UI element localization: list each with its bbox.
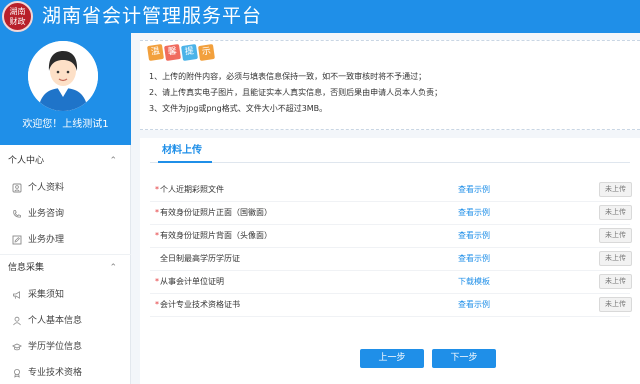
download-template-link[interactable]: 下载模板 bbox=[458, 276, 490, 287]
sidebar-item-profile[interactable]: 个人资料 bbox=[0, 178, 131, 198]
upload-button[interactable]: 未上传 bbox=[599, 228, 632, 243]
sidebar-item-label: 个人资料 bbox=[28, 183, 65, 193]
nav-group-label: 个人中心 bbox=[8, 156, 45, 166]
upload-button[interactable]: 未上传 bbox=[599, 205, 632, 220]
upload-row-id-back: * 有效身份证照片背面（头像面） 查看示例 未上传 bbox=[140, 225, 640, 248]
badge-char: 提 bbox=[181, 44, 198, 61]
top-header: 湖南财政 湖南省会计管理服务平台 bbox=[0, 0, 640, 33]
view-example-link[interactable]: 查看示例 bbox=[458, 230, 490, 241]
nav-group-info-collect[interactable]: 信息采集 ⌃ bbox=[0, 258, 131, 278]
badge-char: 馨 bbox=[164, 44, 181, 61]
sidebar-item-label: 专业技术资格 bbox=[28, 368, 83, 378]
required-mark: * bbox=[155, 185, 159, 194]
avatar[interactable] bbox=[28, 41, 98, 111]
row-divider bbox=[150, 316, 630, 317]
person-icon bbox=[13, 316, 21, 326]
sidebar-item-education[interactable]: 学历学位信息 bbox=[0, 337, 131, 357]
megaphone-icon bbox=[13, 291, 20, 299]
sidebar-item-basic-info[interactable]: 个人基本信息 bbox=[0, 311, 131, 331]
sidebar-item-notice[interactable]: 采集须知 bbox=[0, 285, 131, 305]
upload-row-certificate: * 会计专业技术资格证书 查看示例 未上传 bbox=[140, 294, 640, 317]
logo-seal: 湖南财政 bbox=[2, 1, 33, 32]
graduation-icon bbox=[12, 343, 22, 351]
sidebar-item-consult[interactable]: 业务咨询 bbox=[0, 204, 131, 224]
sidebar: 欢迎您！上线测试1 个人中心 ⌃ 个人资料 业务咨询 业务办理 信息采集 ⌃ 采… bbox=[0, 33, 131, 384]
panel-divider bbox=[150, 162, 630, 163]
next-step-button[interactable]: 下一步 bbox=[432, 349, 496, 368]
user-card-icon bbox=[12, 183, 22, 193]
upload-button[interactable]: 未上传 bbox=[599, 274, 632, 289]
material-label: 有效身份证照片背面（头像面） bbox=[160, 231, 272, 240]
material-label: 个人近期彩照文件 bbox=[160, 185, 224, 194]
upload-panel: 材料上传 * 个人近期彩照文件 查看示例 未上传 * 有效身份证照片正面（国徽面… bbox=[140, 138, 640, 384]
notice-line: 2、请上传真实电子图片，且能证实本人真实信息，否则后果由申请人员本人负责； bbox=[149, 88, 443, 97]
sidebar-item-qualification[interactable]: 专业技术资格 bbox=[0, 363, 131, 383]
view-example-link[interactable]: 查看示例 bbox=[458, 207, 490, 218]
upload-row-id-front: * 有效身份证照片正面（国徽面） 查看示例 未上传 bbox=[140, 202, 640, 225]
avatar-person-icon bbox=[28, 41, 98, 111]
material-label: 会计专业技术资格证书 bbox=[160, 300, 240, 309]
panel-title: 材料上传 bbox=[162, 145, 202, 156]
edit-box-icon bbox=[12, 235, 22, 245]
sidebar-item-label: 业务办理 bbox=[28, 235, 65, 245]
sidebar-item-label: 业务咨询 bbox=[28, 209, 65, 219]
notice-line: 1、上传的附件内容，必须与填表信息保持一致，如不一致审核时将不予通过； bbox=[149, 72, 427, 81]
required-mark: * bbox=[155, 208, 159, 217]
upload-row-education: 全日制最高学历学历证 查看示例 未上传 bbox=[140, 248, 640, 271]
prev-step-button[interactable]: 上一步 bbox=[360, 349, 424, 368]
notice-line: 3、文件为jpg或png格式、文件大小不超过3MB。 bbox=[149, 104, 328, 113]
upload-row-photo: * 个人近期彩照文件 查看示例 未上传 bbox=[140, 179, 640, 202]
material-label: 全日制最高学历学历证 bbox=[160, 254, 240, 263]
phone-icon bbox=[13, 210, 21, 218]
app-title: 湖南省会计管理服务平台 bbox=[42, 5, 263, 27]
sidebar-item-label: 个人基本信息 bbox=[28, 316, 83, 326]
badge-char: 温 bbox=[147, 44, 164, 61]
view-example-link[interactable]: 查看示例 bbox=[458, 184, 490, 195]
sidebar-item-business[interactable]: 业务办理 bbox=[0, 230, 131, 250]
sidebar-item-label: 采集须知 bbox=[28, 290, 65, 300]
panel-title-underline bbox=[158, 161, 212, 163]
material-label: 有效身份证照片正面（国徽面） bbox=[160, 208, 272, 217]
nav-divider bbox=[0, 254, 131, 255]
material-label: 从事会计单位证明 bbox=[160, 277, 224, 286]
upload-row-employment: * 从事会计单位证明 下载模板 未上传 bbox=[140, 271, 640, 294]
chevron-up-icon: ⌃ bbox=[109, 156, 117, 166]
required-mark: * bbox=[155, 277, 159, 286]
chevron-up-icon: ⌃ bbox=[109, 263, 117, 273]
upload-button[interactable]: 未上传 bbox=[599, 182, 632, 197]
upload-button[interactable]: 未上传 bbox=[599, 251, 632, 266]
required-mark: * bbox=[155, 231, 159, 240]
required-mark: * bbox=[155, 300, 159, 309]
view-example-link[interactable]: 查看示例 bbox=[458, 253, 490, 264]
profile-card: 欢迎您！上线测试1 bbox=[0, 33, 131, 145]
sidebar-item-label: 学历学位信息 bbox=[28, 342, 83, 352]
view-example-link[interactable]: 查看示例 bbox=[458, 299, 490, 310]
certificate-icon bbox=[14, 369, 20, 378]
badge-char: 示 bbox=[198, 44, 215, 61]
nav-group-personal-center[interactable]: 个人中心 ⌃ bbox=[0, 151, 131, 171]
notice-box: 温 馨 提 示 1、上传的附件内容，必须与填表信息保持一致，如不一致审核时将不予… bbox=[140, 40, 640, 130]
upload-button[interactable]: 未上传 bbox=[599, 297, 632, 312]
logo-text: 湖南财政 bbox=[9, 7, 26, 26]
nav-group-label: 信息采集 bbox=[8, 263, 45, 273]
welcome-text: 欢迎您！上线测试1 bbox=[22, 119, 109, 130]
notice-badge: 温 馨 提 示 bbox=[147, 44, 215, 61]
